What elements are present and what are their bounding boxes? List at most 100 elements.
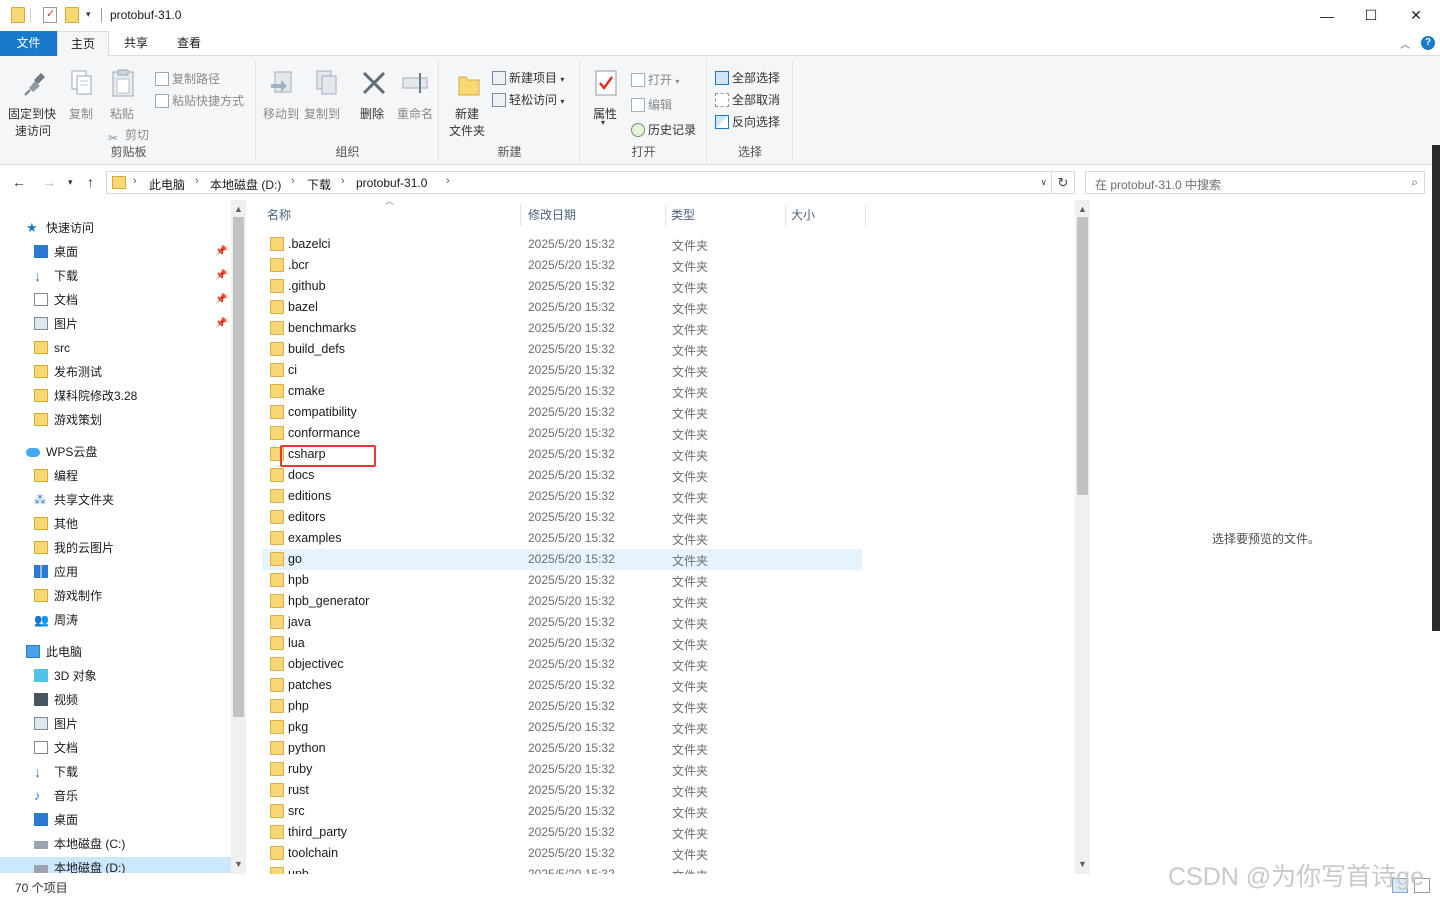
tab-file[interactable]: 文件 xyxy=(0,31,57,56)
picture-icon xyxy=(34,317,48,330)
copy-to-icon xyxy=(311,68,341,98)
file-row[interactable]: pkg 2025/5/20 15:32 文件夹 xyxy=(262,717,862,738)
folder-icon xyxy=(270,531,284,545)
sidebar-item-drive-d[interactable]: 本地磁盘 (D:) xyxy=(0,857,231,873)
tab-share[interactable]: 共享 xyxy=(110,31,162,56)
sidebar-item-documents[interactable]: 文档 📌 xyxy=(34,289,231,311)
file-row[interactable]: python 2025/5/20 15:32 文件夹 xyxy=(262,738,862,759)
file-row[interactable]: toolchain 2025/5/20 15:32 文件夹 xyxy=(262,843,862,864)
file-row[interactable]: build_defs 2025/5/20 15:32 文件夹 xyxy=(262,339,862,360)
breadcrumb-drive-d[interactable]: 本地磁盘 (D:) xyxy=(210,176,281,193)
scroll-down-icon[interactable]: ▼ xyxy=(231,857,246,872)
scroll-thumb[interactable] xyxy=(1077,217,1088,495)
sidebar-label: 应用 xyxy=(54,565,79,579)
tab-home[interactable]: 主页 xyxy=(57,31,109,57)
sidebar-scrollbar[interactable]: ▲ ▼ xyxy=(231,200,246,874)
address-bar[interactable]: › 此电脑 › 本地磁盘 (D:) › 下载 › protobuf-31.0 ›… xyxy=(106,171,1052,194)
select-none-button[interactable]: 全部取消 xyxy=(715,91,780,108)
file-date: 2025/5/20 15:32 xyxy=(528,720,615,734)
new-item-button[interactable]: 新建项目 ▾ xyxy=(492,69,564,86)
file-row[interactable]: upb 2025/5/20 15:32 文件夹 xyxy=(262,864,862,874)
breadcrumb-separator[interactable]: › xyxy=(446,175,450,187)
paste-shortcut-button[interactable]: 粘贴快捷方式 xyxy=(155,92,244,109)
easy-access-button[interactable]: 轻松访问 ▾ xyxy=(492,91,564,108)
file-row[interactable]: go 2025/5/20 15:32 文件夹 xyxy=(262,549,862,570)
file-row[interactable]: java 2025/5/20 15:32 文件夹 xyxy=(262,612,862,633)
file-row[interactable]: .bcr 2025/5/20 15:32 文件夹 xyxy=(262,255,862,276)
scroll-up-icon[interactable]: ▲ xyxy=(1075,202,1090,217)
file-row[interactable]: compatibility 2025/5/20 15:32 文件夹 xyxy=(262,402,862,423)
file-date: 2025/5/20 15:32 xyxy=(528,615,615,629)
forward-arrow-icon[interactable]: → xyxy=(42,174,56,190)
column-header-size[interactable]: 大小 xyxy=(786,204,866,226)
back-arrow-icon[interactable]: ← xyxy=(12,174,26,190)
edit-label: 编辑 xyxy=(648,98,673,112)
help-icon[interactable]: ? xyxy=(1421,36,1435,50)
column-header-type[interactable]: 类型 xyxy=(666,204,786,226)
file-date: 2025/5/20 15:32 xyxy=(528,468,615,482)
maximize-button[interactable]: ☐ xyxy=(1348,0,1394,31)
breadcrumb-protobuf[interactable]: protobuf-31.0 xyxy=(356,176,427,190)
file-row[interactable]: ruby 2025/5/20 15:32 文件夹 xyxy=(262,759,862,780)
file-row[interactable]: examples 2025/5/20 15:32 文件夹 xyxy=(262,528,862,549)
sidebar-item-pictures[interactable]: 图片 📌 xyxy=(34,313,231,335)
breadcrumb-separator[interactable]: › xyxy=(195,175,199,187)
breadcrumb-separator[interactable]: › xyxy=(341,175,345,187)
file-row[interactable]: conformance 2025/5/20 15:32 文件夹 xyxy=(262,423,862,444)
open-button[interactable]: 打开 ▾ xyxy=(631,71,679,88)
invert-selection-button[interactable]: 反向选择 xyxy=(715,113,780,130)
sidebar-item-downloads[interactable]: ↓ 下载 📌 xyxy=(34,265,231,287)
new-folder-quick-icon[interactable] xyxy=(65,7,79,23)
file-row[interactable]: hpb 2025/5/20 15:32 文件夹 xyxy=(262,570,862,591)
file-row[interactable]: ci 2025/5/20 15:32 文件夹 xyxy=(262,360,862,381)
file-row[interactable]: benchmarks 2025/5/20 15:32 文件夹 xyxy=(262,318,862,339)
file-row[interactable]: .bazelci 2025/5/20 15:32 文件夹 xyxy=(262,234,862,255)
file-row[interactable]: cmake 2025/5/20 15:32 文件夹 xyxy=(262,381,862,402)
new-item-label: 新建项目 xyxy=(509,71,558,85)
copy-path-button[interactable]: 复制路径 xyxy=(155,70,220,87)
file-row[interactable]: editions 2025/5/20 15:32 文件夹 xyxy=(262,486,862,507)
file-row[interactable]: src 2025/5/20 15:32 文件夹 xyxy=(262,801,862,822)
file-row[interactable]: hpb_generator 2025/5/20 15:32 文件夹 xyxy=(262,591,862,612)
open-group: 属性 ▾ 打开 ▾ 编辑 历史记录 打开 xyxy=(581,60,707,162)
search-icon[interactable]: ⌕ xyxy=(1411,175,1418,190)
up-arrow-icon[interactable]: ↑ xyxy=(87,174,94,190)
customize-quick-access-icon[interactable]: ▾ xyxy=(86,9,91,20)
refresh-icon[interactable]: ↻ xyxy=(1052,171,1075,194)
breadcrumb-downloads[interactable]: 下载 xyxy=(307,176,331,193)
file-list-scrollbar[interactable]: ▲ ▼ xyxy=(1075,200,1090,874)
file-row[interactable]: rust 2025/5/20 15:32 文件夹 xyxy=(262,780,862,801)
properties-quick-icon[interactable]: ✓ xyxy=(43,7,57,23)
file-row[interactable]: docs 2025/5/20 15:32 文件夹 xyxy=(262,465,862,486)
minimize-button[interactable]: — xyxy=(1304,0,1350,31)
address-history-icon[interactable]: ∨ xyxy=(1040,177,1047,188)
close-button[interactable]: ✕ xyxy=(1393,0,1439,31)
file-date: 2025/5/20 15:32 xyxy=(528,321,615,335)
properties-dropdown-icon[interactable]: ▾ xyxy=(601,118,605,127)
scroll-thumb[interactable] xyxy=(233,217,244,717)
breadcrumb-separator[interactable]: › xyxy=(291,175,295,187)
file-type: 文件夹 xyxy=(672,533,709,547)
select-all-button[interactable]: 全部选择 xyxy=(715,69,780,86)
tab-view[interactable]: 查看 xyxy=(163,31,215,56)
scroll-down-icon[interactable]: ▼ xyxy=(1075,857,1090,872)
sidebar-item-desktop[interactable]: 桌面 📌 xyxy=(34,241,231,263)
recent-locations-icon[interactable]: ▾ xyxy=(68,177,73,188)
breadcrumb-separator[interactable]: › xyxy=(133,175,137,187)
column-header-date[interactable]: 修改日期 xyxy=(523,204,666,226)
file-row[interactable]: bazel 2025/5/20 15:32 文件夹 xyxy=(262,297,862,318)
column-header-name[interactable]: 名称 xyxy=(262,204,521,226)
edit-button[interactable]: 编辑 xyxy=(631,96,672,113)
file-row[interactable]: lua 2025/5/20 15:32 文件夹 xyxy=(262,633,862,654)
file-row[interactable]: third_party 2025/5/20 15:32 文件夹 xyxy=(262,822,862,843)
collapse-ribbon-icon[interactable]: ︿ xyxy=(1400,36,1410,51)
search-box[interactable]: 在 protobuf-31.0 中搜索 ⌕ xyxy=(1085,171,1425,194)
file-row[interactable]: patches 2025/5/20 15:32 文件夹 xyxy=(262,675,862,696)
file-row[interactable]: php 2025/5/20 15:32 文件夹 xyxy=(262,696,862,717)
file-row[interactable]: .github 2025/5/20 15:32 文件夹 xyxy=(262,276,862,297)
file-row[interactable]: objectivec 2025/5/20 15:32 文件夹 xyxy=(262,654,862,675)
history-button[interactable]: 历史记录 xyxy=(631,121,696,138)
breadcrumb-this-pc[interactable]: 此电脑 xyxy=(149,176,185,193)
file-row[interactable]: editors 2025/5/20 15:32 文件夹 xyxy=(262,507,862,528)
scroll-up-icon[interactable]: ▲ xyxy=(231,202,246,217)
